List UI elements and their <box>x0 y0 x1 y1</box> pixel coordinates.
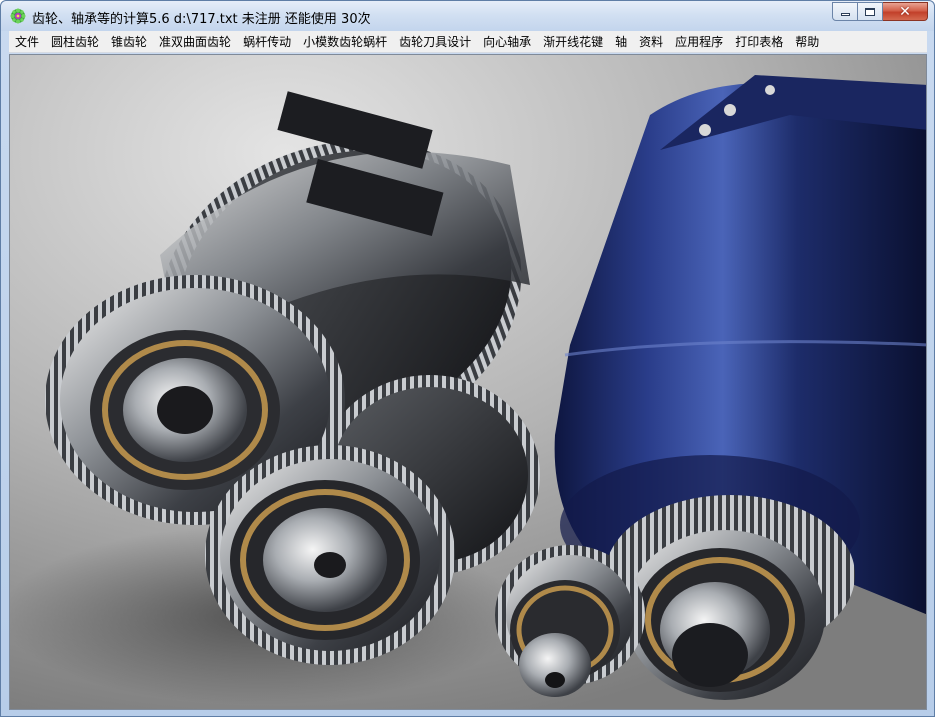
title-bar[interactable]: 齿轮、轴承等的计算5.6 d:\717.txt 未注册 还能使用 30次 ✕ <box>1 1 934 31</box>
menu-gear-cutter-design[interactable]: 齿轮刀具设计 <box>393 31 477 53</box>
menu-worm-drive[interactable]: 蜗杆传动 <box>237 31 297 53</box>
menu-cylindrical-gear[interactable]: 圆柱齿轮 <box>45 31 105 53</box>
minimize-icon <box>840 13 850 16</box>
window-controls: ✕ <box>832 2 928 21</box>
close-button[interactable]: ✕ <box>883 2 928 21</box>
menu-bevel-gear[interactable]: 锥齿轮 <box>105 31 153 53</box>
menu-help[interactable]: 帮助 <box>789 31 825 53</box>
menu-hypoid-gear[interactable]: 准双曲面齿轮 <box>153 31 237 53</box>
splash-image-area <box>9 54 927 710</box>
app-window: 齿轮、轴承等的计算5.6 d:\717.txt 未注册 还能使用 30次 ✕ 文… <box>0 0 935 717</box>
close-icon: ✕ <box>899 3 911 20</box>
menu-involute-spline[interactable]: 渐开线花键 <box>537 31 609 53</box>
menu-applications[interactable]: 应用程序 <box>669 31 729 53</box>
gear-flower-icon <box>10 8 26 24</box>
window-title: 齿轮、轴承等的计算5.6 d:\717.txt 未注册 还能使用 30次 <box>32 12 371 27</box>
maximize-button[interactable] <box>858 2 883 21</box>
menu-reference[interactable]: 资料 <box>633 31 669 53</box>
menu-radial-bearing[interactable]: 向心轴承 <box>477 31 537 53</box>
maximize-icon <box>865 7 875 16</box>
minimize-button[interactable] <box>832 2 858 21</box>
menu-bar: 文件 圆柱齿轮 锥齿轮 准双曲面齿轮 蜗杆传动 小模数齿轮蜗杆 齿轮刀具设计 向… <box>9 31 927 53</box>
menu-print-table[interactable]: 打印表格 <box>729 31 789 53</box>
menu-file[interactable]: 文件 <box>9 31 45 53</box>
gears-and-motor-render <box>10 55 926 709</box>
menu-small-module-gear-worm[interactable]: 小模数齿轮蜗杆 <box>297 31 393 53</box>
menu-shaft[interactable]: 轴 <box>609 31 633 53</box>
